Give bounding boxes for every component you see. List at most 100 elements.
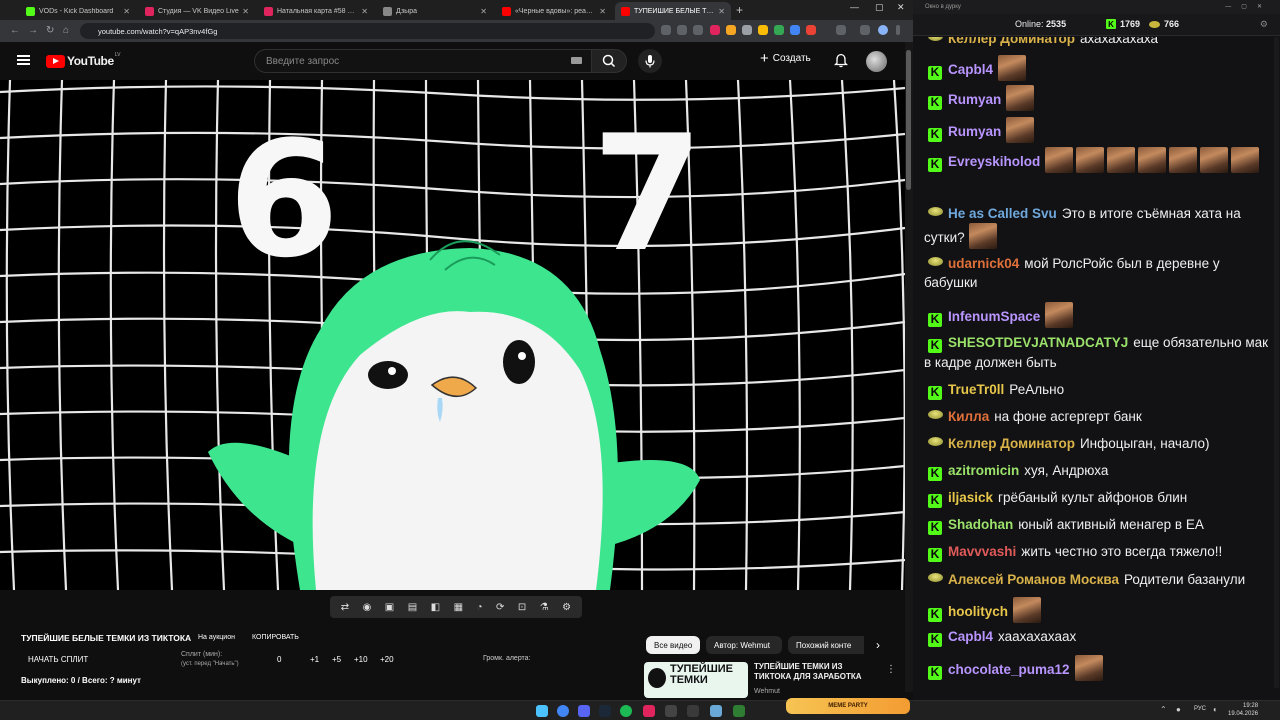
chat-username[interactable]: Килла <box>948 409 989 424</box>
auction-button[interactable]: На аукцион <box>198 634 235 641</box>
chip-related[interactable]: Похожий конте <box>788 636 864 654</box>
chat-username[interactable]: Келлер Доминатор <box>948 436 1075 451</box>
browser-tab[interactable]: Дзыра ✕ <box>377 2 493 20</box>
add-10-button[interactable]: +10 <box>354 655 368 664</box>
chat-username[interactable]: Capbl4 <box>948 62 993 77</box>
more-options-icon[interactable]: ⋮ <box>886 664 896 675</box>
profile-icon[interactable] <box>878 25 888 35</box>
chat-username[interactable]: Shadohan <box>948 517 1013 532</box>
chat-username[interactable]: InfenumSpace <box>948 309 1040 324</box>
create-button[interactable]: + Создать <box>760 51 811 66</box>
steam-icon[interactable] <box>599 705 611 717</box>
spotify-icon[interactable] <box>620 705 632 717</box>
split-value[interactable]: 0 <box>277 655 281 664</box>
chat-username[interactable]: azitromicin <box>948 463 1019 478</box>
add-1-button[interactable]: +1 <box>310 655 319 664</box>
gear-icon[interactable]: ⚙ <box>562 602 571 613</box>
scrollbar-thumb[interactable] <box>906 50 911 190</box>
chat-username[interactable]: iljasick <box>948 490 993 505</box>
grid-icon[interactable]: ▦ <box>454 602 463 613</box>
tray-chevron-icon[interactable]: ⌃ <box>1160 705 1167 714</box>
browser-tab[interactable]: «Черные вдовы»: реальность✕ <box>496 2 612 20</box>
account-avatar[interactable] <box>866 51 887 72</box>
screenshot-icon[interactable]: ⊡ <box>518 602 526 613</box>
speed-icon[interactable]: ◔ <box>476 602 482 613</box>
new-tab-button[interactable]: + <box>736 3 743 17</box>
chat-username[interactable]: Алексей Романов Москва <box>948 572 1119 587</box>
copy-button[interactable]: КОПИРОВАТЬ <box>252 634 299 641</box>
chat-username[interactable]: TrueTr0ll <box>948 382 1004 397</box>
close-tab-icon[interactable]: ✕ <box>599 7 606 16</box>
language-indicator[interactable]: РУС <box>1194 706 1206 712</box>
extension-icon[interactable] <box>742 25 752 35</box>
browser-tab[interactable]: Натальная карта #58 Артемий✕ <box>258 2 374 20</box>
rotate-icon[interactable]: ⟳ <box>496 602 504 613</box>
repeat-icon[interactable]: ⇄ <box>341 602 349 613</box>
start-icon[interactable] <box>536 705 548 717</box>
sidebar-icon[interactable] <box>860 25 870 35</box>
start-split-button[interactable]: НАЧАТЬ СПЛИТ <box>28 655 88 664</box>
chat-username[interactable]: He as Called Svu <box>948 206 1057 221</box>
chat-scrollbar[interactable] <box>1274 37 1279 688</box>
chat-message-list[interactable]: Келлер Доминатор ахахахахаха K Capbl4 K Rumya… <box>913 37 1273 688</box>
pip-icon[interactable]: ◧ <box>431 602 440 613</box>
search-icon[interactable] <box>661 25 671 35</box>
search-button[interactable] <box>591 49 627 73</box>
close-tab-icon[interactable]: ✕ <box>242 7 249 16</box>
extension-icon[interactable] <box>774 25 784 35</box>
extension-icon[interactable] <box>790 25 800 35</box>
notifications-bell-icon[interactable] <box>834 53 848 68</box>
obs-icon[interactable] <box>665 705 677 717</box>
chrome-icon[interactable] <box>557 705 569 717</box>
chevron-right-icon[interactable]: › <box>876 638 880 652</box>
browser-tab[interactable]: Студия — VK Видео Live ✕ <box>139 2 255 20</box>
minimize-icon[interactable]: — <box>850 2 859 12</box>
page-scrollbar[interactable] <box>905 42 913 692</box>
chat-username[interactable]: Rumyan <box>948 124 1001 139</box>
install-icon[interactable] <box>677 25 687 35</box>
microphone-tray-icon[interactable]: ● <box>1176 705 1181 714</box>
maximize-icon[interactable]: ▢ <box>875 2 884 13</box>
audio-icon[interactable]: ◉ <box>363 602 372 613</box>
close-tab-icon[interactable]: ✕ <box>718 7 725 16</box>
browser-tab[interactable]: VODs - Kick Dashboard ✕ <box>20 2 136 20</box>
forward-icon[interactable]: → <box>28 25 38 36</box>
keyboard-icon[interactable] <box>571 57 582 64</box>
add-5-button[interactable]: +5 <box>332 655 341 664</box>
voice-search-button[interactable] <box>638 49 662 73</box>
close-tab-icon[interactable]: ✕ <box>361 7 368 16</box>
clock[interactable]: 19:28 19.04.2026 <box>1228 702 1258 718</box>
meme-party-widget[interactable]: MEME PARTY <box>786 698 910 714</box>
browser-tab-active[interactable]: ТУПЕЙШИЕ БЕЛЫЕ ТЕМКИ ИЗ✕ <box>615 2 731 20</box>
star-icon[interactable] <box>693 25 703 35</box>
chat-username[interactable]: Rumyan <box>948 92 1001 107</box>
film-icon[interactable]: ▤ <box>408 602 417 613</box>
app-icon[interactable] <box>733 705 745 717</box>
search-input[interactable]: Введите запрос <box>254 49 591 73</box>
reload-icon[interactable]: ↻ <box>46 25 54 36</box>
app-icon[interactable] <box>643 705 655 717</box>
add-20-button[interactable]: +20 <box>380 655 394 664</box>
home-icon[interactable]: ⌂ <box>63 25 69 36</box>
chat-username[interactable]: hoolitych <box>948 604 1008 619</box>
chat-username[interactable]: udarnick04 <box>948 256 1019 271</box>
back-icon[interactable]: ← <box>10 25 20 36</box>
extension-icon[interactable] <box>710 25 720 35</box>
cast-icon[interactable]: ▣ <box>385 602 394 613</box>
gear-icon[interactable]: ⚙ <box>1260 19 1268 30</box>
extension-icon[interactable] <box>726 25 736 35</box>
chip-author[interactable]: Автор: Wehmut <box>706 636 782 654</box>
chat-username[interactable]: SHESOTDEVJATNADCATYJ <box>948 335 1128 350</box>
extension-icon[interactable] <box>758 25 768 35</box>
chat-username[interactable]: Келлер Доминатор <box>948 37 1075 46</box>
extension-icon[interactable] <box>806 25 816 35</box>
close-tab-icon[interactable]: ✕ <box>480 7 487 16</box>
hamburger-menu-icon[interactable] <box>17 55 30 65</box>
chat-window-controls[interactable]: —▢✕ <box>1225 3 1272 10</box>
volume-icon[interactable]: ◐ <box>1213 705 1218 714</box>
close-window-icon[interactable]: ✕ <box>897 2 905 13</box>
recommended-video[interactable]: ТУПЕЙШИЕ ТЕМКИ ТУПЕЙШИЕ ТЕМКИ ИЗ ТИКТОКА… <box>644 660 904 698</box>
app-icon[interactable] <box>687 705 699 717</box>
menu-dots-icon[interactable] <box>896 25 900 35</box>
discord-icon[interactable] <box>578 705 590 717</box>
